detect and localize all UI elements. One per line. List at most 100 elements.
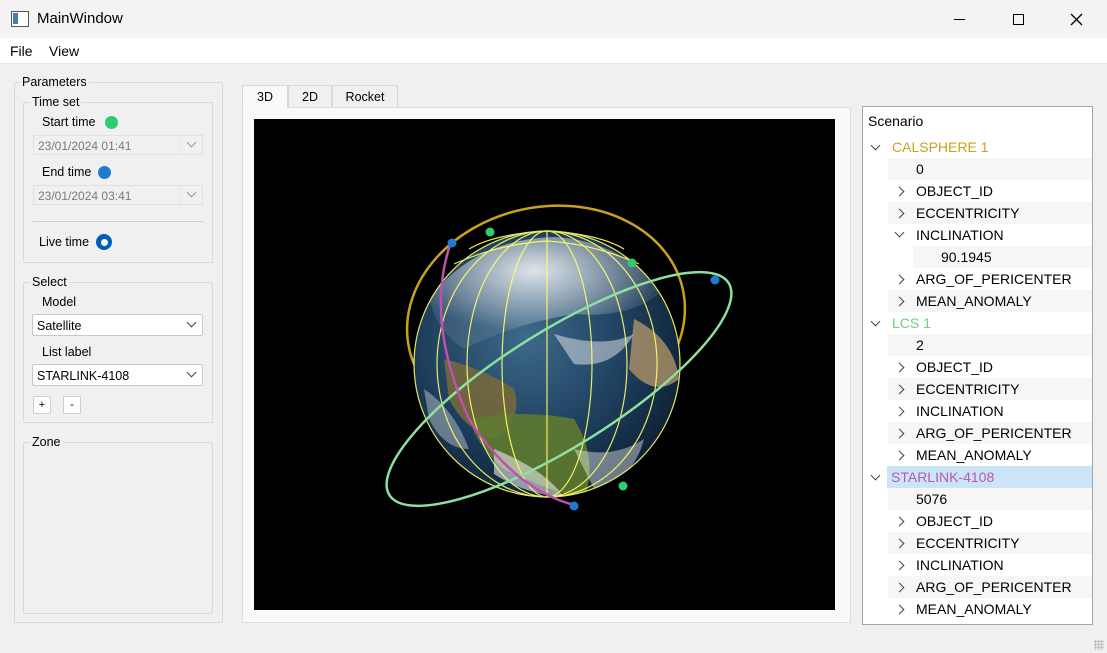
satellite-marker	[447, 238, 457, 248]
tree-item-id[interactable]: 0	[888, 158, 1092, 180]
tab-rocket[interactable]: Rocket	[332, 85, 398, 107]
app-icon	[11, 11, 29, 27]
resize-grip[interactable]	[1094, 640, 1104, 650]
remove-button[interactable]: -	[63, 396, 81, 414]
3d-viewport[interactable]	[254, 119, 835, 610]
chevron-down-icon	[870, 470, 881, 481]
field-label: MEAN_ANOMALY	[916, 447, 1032, 463]
chevron-right-icon	[894, 186, 905, 197]
minimize-button[interactable]	[930, 0, 988, 38]
time-set-title: Time set	[30, 95, 82, 109]
chevron-down-icon	[186, 317, 197, 328]
satellite-marker	[710, 275, 720, 285]
end-time-value: 23/01/2024 03:41	[38, 189, 132, 203]
satellite-marker	[627, 258, 637, 268]
field-label: OBJECT_ID	[916, 513, 994, 529]
chevron-right-icon	[894, 362, 905, 373]
tree-item-inclination[interactable]: INCLINATION	[888, 224, 1092, 246]
maximize-button[interactable]	[989, 0, 1047, 38]
add-button[interactable]: +	[33, 396, 51, 414]
field-label: INCLINATION	[916, 227, 1004, 243]
tree-item-arg-of-pericenter[interactable]: ARG_OF_PERICENTER	[888, 268, 1092, 290]
tree-item-inclination[interactable]: INCLINATION	[888, 554, 1092, 576]
tree-item-inclination-value[interactable]: 90.1945	[913, 246, 1092, 268]
window-title: MainWindow	[37, 10, 123, 27]
zone-group	[23, 442, 213, 614]
divider	[33, 221, 203, 222]
chevron-down-icon	[894, 227, 905, 238]
title-bar: MainWindow	[0, 0, 1107, 38]
tab-3d[interactable]: 3D	[242, 85, 288, 108]
tree-item-id[interactable]: 2	[888, 334, 1092, 356]
scenario-tree[interactable]: Scenario CALSPHERE 1 0 OBJECT_ID ECCENTR…	[862, 106, 1093, 625]
parameters-title: Parameters	[20, 75, 89, 89]
tree-item-mean-anomaly[interactable]: MEAN_ANOMALY	[888, 598, 1092, 620]
select-title: Select	[30, 275, 69, 289]
start-time-value: 23/01/2024 01:41	[38, 139, 132, 153]
chevron-right-icon	[894, 538, 905, 549]
tree-item-lcs-1[interactable]: LCS 1	[863, 312, 1092, 334]
tree-item-mean-anomaly[interactable]: MEAN_ANOMALY	[888, 444, 1092, 466]
tab-2d[interactable]: 2D	[288, 85, 332, 107]
chevron-right-icon	[894, 560, 905, 571]
chevron-right-icon	[894, 516, 905, 527]
field-label: INCLINATION	[916, 403, 1004, 419]
end-time-label: End time	[42, 165, 92, 179]
start-time-label: Start time	[42, 115, 96, 129]
globe-scene	[385, 204, 733, 511]
tree-item-object-id[interactable]: OBJECT_ID	[888, 510, 1092, 532]
field-label: ARG_OF_PERICENTER	[916, 579, 1072, 595]
field-label: ECCENTRICITY	[916, 205, 1020, 221]
close-button[interactable]	[1047, 0, 1105, 38]
tree-item-arg-of-pericenter[interactable]: ARG_OF_PERICENTER	[888, 576, 1092, 598]
tree-item-eccentricity[interactable]: ECCENTRICITY	[888, 378, 1092, 400]
tree-item-calsphere-1[interactable]: CALSPHERE 1	[863, 136, 1092, 158]
list-label-combo[interactable]: STARLINK-4108	[32, 364, 203, 386]
start-time-dropdown[interactable]	[180, 136, 202, 154]
tree-item-starlink-4108[interactable]: STARLINK-4108	[863, 466, 1092, 488]
field-label: INCLINATION	[916, 557, 1004, 573]
live-time-radio[interactable]	[96, 234, 112, 250]
start-time-field[interactable]: 23/01/2024 01:41	[33, 135, 203, 155]
live-time-label: Live time	[39, 235, 90, 249]
tree-item-id[interactable]: 5076	[888, 488, 1092, 510]
maximize-icon	[1012, 13, 1024, 25]
chevron-right-icon	[894, 208, 905, 219]
tree-item-object-id[interactable]: OBJECT_ID	[888, 180, 1092, 202]
chevron-right-icon	[894, 406, 905, 417]
minimize-icon	[953, 18, 965, 20]
field-label: MEAN_ANOMALY	[916, 601, 1032, 617]
chevron-right-icon	[894, 274, 905, 285]
tree-item-object-id[interactable]: OBJECT_ID	[888, 356, 1092, 378]
list-label-value: STARLINK-4108	[37, 369, 130, 383]
chevron-right-icon	[894, 450, 905, 461]
tree-item-mean-anomaly[interactable]: MEAN_ANOMALY	[888, 290, 1092, 312]
close-icon	[1070, 13, 1082, 25]
field-label: ECCENTRICITY	[916, 535, 1020, 551]
field-label: ARG_OF_PERICENTER	[916, 425, 1072, 441]
menu-file[interactable]: File	[10, 43, 33, 59]
field-label: ARG_OF_PERICENTER	[916, 271, 1072, 287]
chevron-down-icon	[870, 140, 881, 151]
tree-item-eccentricity[interactable]: ECCENTRICITY	[888, 202, 1092, 224]
satellite-id: 2	[916, 337, 924, 353]
menu-bar: File View	[0, 38, 1107, 64]
chevron-down-icon	[186, 187, 197, 198]
chevron-down-icon	[870, 316, 881, 327]
scenario-header: Scenario	[868, 113, 924, 129]
menu-view[interactable]: View	[49, 43, 79, 59]
tree-item-eccentricity[interactable]: ECCENTRICITY	[888, 532, 1092, 554]
end-time-field[interactable]: 23/01/2024 03:41	[33, 185, 203, 205]
satellite-id: 5076	[916, 491, 948, 507]
satellite-marker	[485, 227, 495, 237]
field-label: MEAN_ANOMALY	[916, 293, 1032, 309]
satellite-name: STARLINK-4108	[887, 466, 1092, 488]
model-combo[interactable]: Satellite	[32, 314, 203, 336]
list-label-label: List label	[42, 345, 92, 359]
satellite-id: 0	[916, 161, 924, 177]
end-time-dropdown[interactable]	[180, 186, 202, 204]
field-label: ECCENTRICITY	[916, 381, 1020, 397]
tree-item-inclination[interactable]: INCLINATION	[888, 400, 1092, 422]
tree-item-arg-of-pericenter[interactable]: ARG_OF_PERICENTER	[888, 422, 1092, 444]
field-label: OBJECT_ID	[916, 359, 994, 375]
